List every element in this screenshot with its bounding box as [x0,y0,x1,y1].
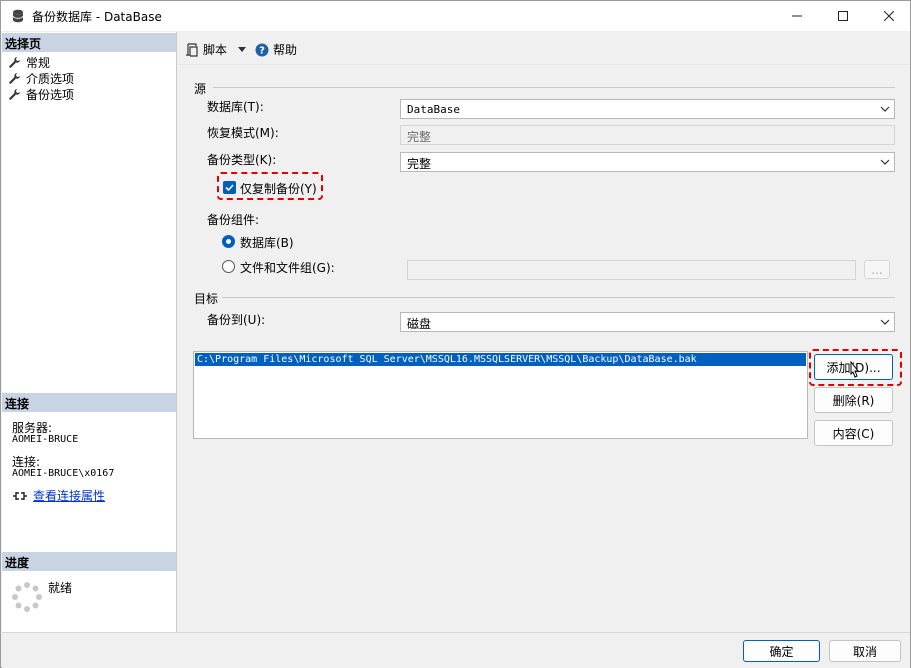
view-connection-properties-link[interactable]: 查看连接属性 [33,487,105,504]
backup-destination-list[interactable]: C:\Program Files\Microsoft SQL Server\MS… [193,351,808,439]
copy-only-checkbox[interactable] [223,181,236,194]
remove-button-label: 删除(R) [832,393,875,408]
title-bar: 备份数据库 - DataBase [1,1,910,31]
wrench-icon [9,72,20,84]
checkmark-icon [225,184,234,192]
progress-spinner-icon [12,582,42,612]
database-icon [12,9,24,23]
cancel-button[interactable]: 取消 [829,640,901,662]
source-group-line [213,87,895,88]
page-item-general[interactable]: 常规 [8,54,50,70]
right-pane [178,32,909,632]
minimize-icon [792,15,802,17]
mouse-pointer-icon [850,361,860,378]
recovery-model-label: 恢复模式(M): [207,126,279,140]
database-combo-value: DataBase [407,103,460,116]
files-browse-label: ... [871,262,883,277]
help-label: 帮助 [273,43,298,57]
list-item[interactable]: C:\Program Files\Microsoft SQL Server\MS… [195,353,806,366]
backup-component-label: 备份组件: [207,213,260,227]
wrench-icon [9,56,20,68]
ok-button[interactable]: 确定 [743,640,820,662]
remove-button[interactable]: 删除(R) [814,387,893,413]
select-page-header: 选择页 [2,33,176,52]
files-browse-button: ... [864,260,890,279]
page-item-label: 常规 [26,55,51,70]
wrench-icon [9,88,20,100]
radio-database-label[interactable]: 数据库(B) [240,234,294,251]
backup-to-combo[interactable]: 磁盘 [400,312,895,332]
progress-status: 就绪 [48,581,73,595]
server-value: AOMEI-BRUCE [12,434,79,445]
svg-text:?: ? [259,45,265,56]
backup-type-value: 完整 [407,157,432,171]
minimize-button[interactable] [774,1,820,31]
destination-group-line [222,297,895,298]
radio-files-label[interactable]: 文件和文件组(G): [240,259,335,276]
destination-group-label: 目标 [194,292,219,306]
connection-header: 连接 [2,393,176,412]
contents-button[interactable]: 内容(C) [814,420,893,446]
database-label: 数据库(T): [207,100,264,114]
chevron-down-icon [880,106,890,112]
chevron-down-icon [238,46,247,52]
cancel-button-label: 取消 [852,644,877,659]
left-pane: 选择页 常规 介质选项 备份选项 连接 服务器: AOMEI-BRUCE 连接:… [2,32,177,632]
radio-files-filegroups[interactable] [222,260,235,273]
chevron-down-icon [880,319,890,325]
page-item-media-options[interactable]: 介质选项 [8,70,74,86]
maximize-icon [838,11,848,21]
contents-button-label: 内容(C) [832,426,875,441]
chevron-down-icon [880,159,890,165]
backup-type-label: 备份类型(K): [207,153,277,167]
maximize-button[interactable] [820,1,866,31]
script-button[interactable]: 脚本 [185,41,247,58]
backup-type-combo[interactable]: 完整 [400,152,895,172]
window-title: 备份数据库 - DataBase [32,10,162,24]
backup-to-value: 磁盘 [407,317,432,331]
close-button[interactable] [866,1,911,31]
toolbar-separator [178,64,909,65]
page-item-label: 备份选项 [26,87,75,102]
connection-properties-icon [13,491,27,500]
backup-dialog: 备份数据库 - DataBase 选择页 常规 介质选项 备份选项 连接 服务器… [0,0,911,668]
copy-only-label[interactable]: 仅复制备份(Y) [240,180,317,197]
source-group-label: 源 [194,82,207,96]
page-item-label: 介质选项 [26,71,75,86]
page-item-backup-options[interactable]: 备份选项 [8,86,74,102]
close-icon [884,11,894,21]
recovery-model-value: 完整 [407,130,432,144]
script-icon [186,42,198,57]
progress-header: 进度 [2,552,176,571]
radio-database[interactable] [222,235,235,248]
ok-button-label: 确定 [769,644,794,659]
help-button[interactable]: ? 帮助 [255,41,297,58]
database-combo[interactable]: DataBase [400,99,895,119]
files-filegroups-field [407,260,856,280]
script-label: 脚本 [203,43,228,57]
backup-to-label: 备份到(U): [207,313,266,327]
help-icon: ? [255,43,269,56]
connection-value: AOMEI-BRUCE\x0167 [12,468,115,479]
recovery-model-field: 完整 [400,125,895,145]
view-connection-properties[interactable]: 查看连接属性 [12,487,105,504]
